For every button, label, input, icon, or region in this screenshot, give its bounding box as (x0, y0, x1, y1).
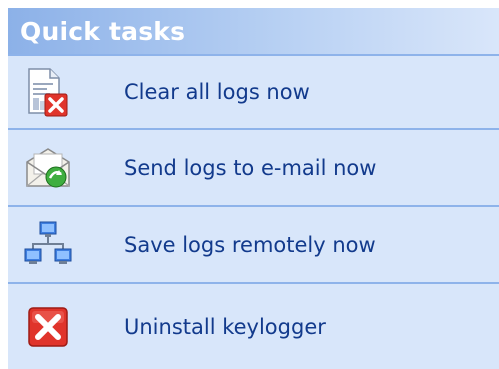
task-list: Clear all logs now Send logs to e-mail n… (8, 54, 499, 369)
uninstall-keylogger-task[interactable]: Uninstall keylogger (8, 284, 499, 369)
uninstall-icon (20, 299, 76, 355)
panel-header[interactable]: Quick tasks (8, 8, 499, 54)
clear-all-logs-task[interactable]: Clear all logs now (8, 54, 499, 130)
panel-title: Quick tasks (20, 16, 186, 46)
email-icon (20, 140, 76, 196)
task-label: Clear all logs now (124, 80, 310, 104)
send-logs-email-task[interactable]: Send logs to e-mail now (8, 130, 499, 207)
save-logs-remotely-task[interactable]: Save logs remotely now (8, 207, 499, 284)
network-icon (20, 217, 76, 273)
task-label: Uninstall keylogger (124, 314, 326, 339)
clear-logs-icon (20, 64, 76, 120)
task-label: Save logs remotely now (124, 232, 376, 257)
task-label: Send logs to e-mail now (124, 155, 377, 180)
quick-tasks-panel: Quick tasks Clear all logs now Send logs… (8, 8, 499, 369)
